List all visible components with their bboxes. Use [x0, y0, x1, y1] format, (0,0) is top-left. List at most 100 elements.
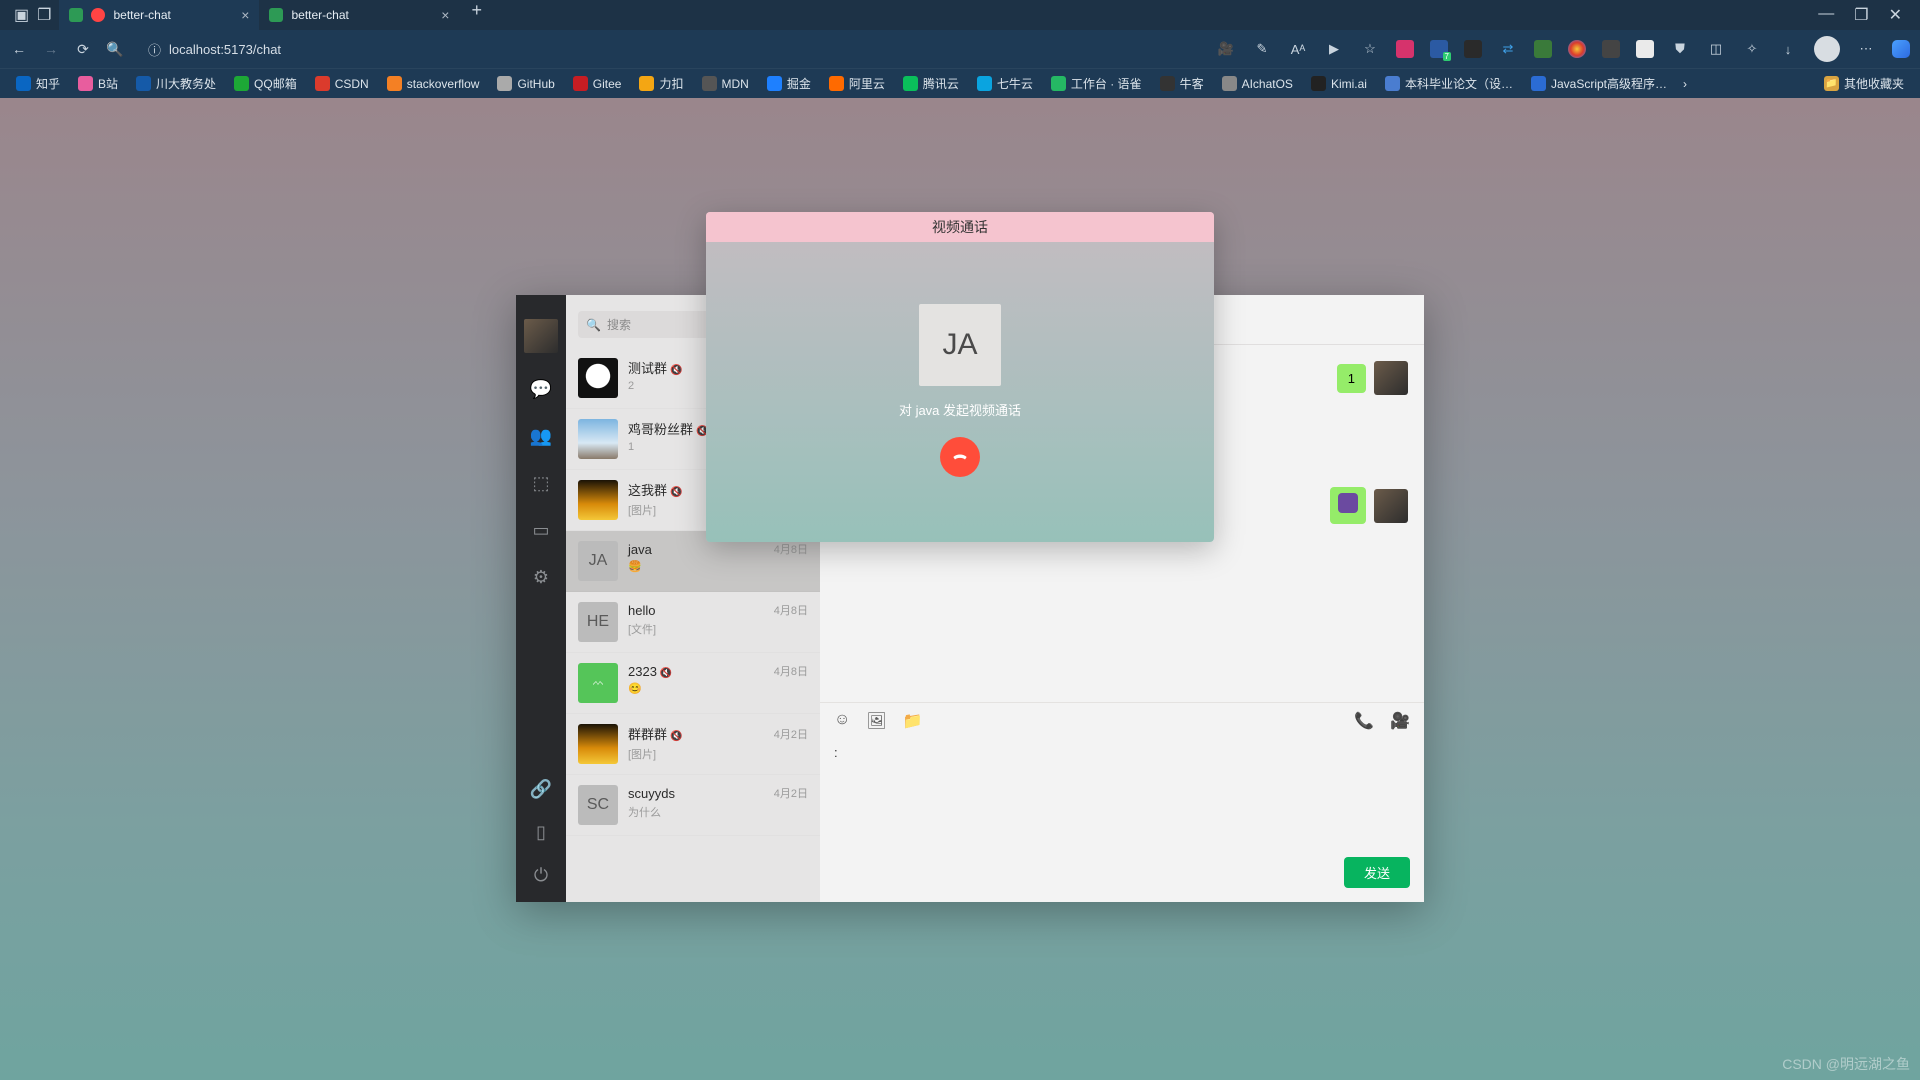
ext-icon[interactable]: [1464, 40, 1482, 58]
bookmark-item[interactable]: Kimi.ai: [1305, 72, 1373, 95]
ext-icon[interactable]: [1534, 40, 1552, 58]
sync-icon[interactable]: ⇄: [1498, 39, 1518, 59]
ext-icon[interactable]: 7: [1430, 40, 1448, 58]
other-bookmarks-label: 其他收藏夹: [1844, 75, 1904, 92]
bookmark-item[interactable]: 本科毕业论文（设…: [1379, 72, 1519, 95]
tab-title: better-chat: [113, 8, 170, 22]
ext-icon[interactable]: [1568, 40, 1586, 58]
bookmark-label: Gitee: [593, 77, 622, 91]
workspace-icon[interactable]: ▣: [14, 5, 29, 25]
bookmark-item[interactable]: 知乎: [10, 72, 66, 95]
favorites-icon[interactable]: ✧: [1742, 39, 1762, 59]
bookmark-icon: [234, 76, 249, 91]
tab-0[interactable]: better-chat ×: [59, 0, 259, 30]
bookmark-label: QQ邮箱: [254, 75, 297, 92]
refresh-icon[interactable]: ⟳: [74, 41, 92, 58]
bookmark-label: Kimi.ai: [1331, 77, 1367, 91]
search-icon[interactable]: 🔍: [106, 41, 124, 58]
bookmark-item[interactable]: 七牛云: [971, 72, 1039, 95]
bookmark-icon: [1531, 76, 1546, 91]
bookmark-label: 川大教务处: [156, 75, 216, 92]
bookmark-item[interactable]: GitHub: [491, 72, 560, 95]
bookmark-icon: [16, 76, 31, 91]
text-size-icon[interactable]: Aᴬ: [1288, 39, 1308, 59]
minimize-icon[interactable]: —: [1818, 5, 1834, 25]
bookmark-icon: [903, 76, 918, 91]
back-icon[interactable]: ←: [10, 41, 28, 57]
bookmark-item[interactable]: CSDN: [309, 72, 375, 95]
bookmarks-bar: 知乎 B站 川大教务处 QQ邮箱 CSDN stackoverflowGitHub Gite…: [0, 68, 1920, 98]
tab-1[interactable]: better-chat ×: [259, 0, 459, 30]
bookmark-label: 工作台 · 语雀: [1071, 75, 1142, 92]
hangup-button[interactable]: [940, 437, 980, 477]
close-icon[interactable]: ×: [241, 7, 249, 23]
copilot-icon[interactable]: [1892, 40, 1910, 58]
video-icon[interactable]: ▶: [1324, 39, 1344, 59]
shield-icon[interactable]: ⛊: [1670, 39, 1690, 59]
bookmark-label: 本科毕业论文（设…: [1405, 75, 1513, 92]
panel-icon[interactable]: ❐: [37, 5, 51, 25]
browser-tab-strip: ▣ ❐ better-chat × better-chat × + — ❐ ✕: [0, 0, 1920, 30]
bookmark-item[interactable]: 力扣: [633, 72, 689, 95]
bookmark-item[interactable]: 腾讯云: [897, 72, 965, 95]
bookmark-item[interactable]: JavaScript高级程序…: [1525, 72, 1673, 95]
bookmark-item[interactable]: 阿里云: [823, 72, 891, 95]
bookmark-item[interactable]: 工作台 · 语雀: [1045, 72, 1148, 95]
chevron-right-icon[interactable]: ›: [1683, 77, 1687, 91]
phone-down-icon: [950, 447, 970, 467]
ext-icon[interactable]: [1396, 40, 1414, 58]
tab-favicon-icon: [269, 8, 283, 22]
bookmark-icon: [573, 76, 588, 91]
download-icon[interactable]: ↓: [1778, 39, 1798, 59]
bookmark-icon: [1222, 76, 1237, 91]
modal-title: 视频通话: [706, 212, 1214, 242]
menu-icon[interactable]: ⋯: [1856, 39, 1876, 59]
bookmark-item[interactable]: 川大教务处: [130, 72, 222, 95]
tab-status-icon: [91, 8, 105, 22]
bookmark-item[interactable]: 掘金: [761, 72, 817, 95]
bookmark-label: 七牛云: [997, 75, 1033, 92]
camera-icon[interactable]: 🎥: [1216, 39, 1236, 59]
ext-icon[interactable]: [1602, 40, 1620, 58]
bookmark-icon: [1160, 76, 1175, 91]
bookmark-label: 牛客: [1180, 75, 1204, 92]
bookmark-label: 阿里云: [849, 75, 885, 92]
ext-icon[interactable]: [1636, 40, 1654, 58]
bookmark-label: MDN: [722, 77, 749, 91]
split-icon[interactable]: ◫: [1706, 39, 1726, 59]
bookmark-icon: [387, 76, 402, 91]
bookmark-label: 腾讯云: [923, 75, 959, 92]
bookmark-item[interactable]: 牛客: [1154, 72, 1210, 95]
new-tab-button[interactable]: +: [459, 0, 494, 30]
bookmark-item[interactable]: QQ邮箱: [228, 72, 303, 95]
bookmark-icon: [829, 76, 844, 91]
call-avatar: JA: [919, 304, 1001, 386]
bookmark-item[interactable]: MDN: [696, 72, 755, 95]
bookmark-item[interactable]: AIchatOS: [1216, 72, 1299, 95]
bookmark-icon: [702, 76, 717, 91]
bookmark-icon: [767, 76, 782, 91]
bookmark-item[interactable]: B站: [72, 72, 124, 95]
pen-icon[interactable]: ✎: [1252, 39, 1272, 59]
bookmark-icon: [78, 76, 93, 91]
url-bar[interactable]: ⓘ localhost:5173/chat: [138, 36, 768, 63]
close-icon[interactable]: ×: [441, 7, 449, 23]
video-call-modal: 视频通话 JA 对 java 发起视频通话: [706, 212, 1214, 542]
bookmark-label: 知乎: [36, 75, 60, 92]
tab-favicon-icon: [69, 8, 83, 22]
bookmark-item[interactable]: stackoverflow: [381, 72, 486, 95]
bookmark-icon: [497, 76, 512, 91]
star-icon[interactable]: ☆: [1360, 39, 1380, 59]
address-bar-row: ← → ⟳ 🔍 ⓘ localhost:5173/chat 🎥 ✎ Aᴬ ▶ ☆…: [0, 30, 1920, 68]
other-bookmarks[interactable]: 📁 其他收藏夹: [1818, 72, 1910, 95]
profile-avatar[interactable]: [1814, 36, 1840, 62]
bookmark-label: B站: [98, 75, 118, 92]
bookmark-label: 力扣: [659, 75, 683, 92]
url-text: localhost:5173/chat: [169, 42, 281, 57]
forward-icon[interactable]: →: [42, 41, 60, 57]
maximize-icon[interactable]: ❐: [1854, 5, 1868, 25]
bookmark-label: CSDN: [335, 77, 369, 91]
bookmark-item[interactable]: Gitee: [567, 72, 628, 95]
site-info-icon[interactable]: ⓘ: [148, 40, 161, 59]
close-window-icon[interactable]: ✕: [1889, 5, 1902, 25]
